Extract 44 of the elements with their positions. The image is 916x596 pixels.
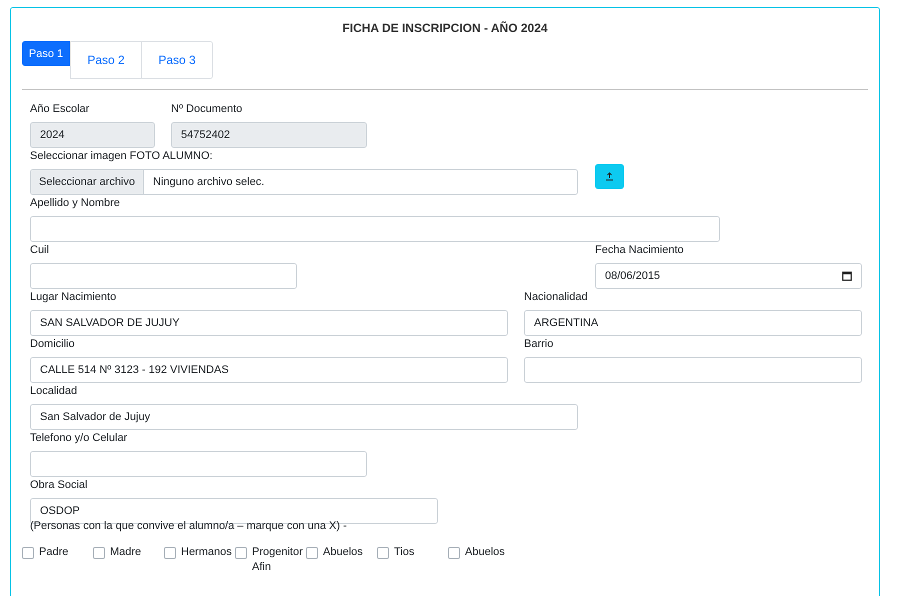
input-field[interactable]: ARGENTINA [524, 310, 862, 336]
field-label: Seleccionar imagen FOTO ALUMNO: [30, 149, 214, 163]
field-label: Telefono y/o Celular [30, 431, 128, 445]
checkbox[interactable] [22, 547, 34, 559]
field-label: Barrio [524, 337, 554, 351]
field-label: Apellido y Nombre [30, 196, 121, 210]
field-label: Año Escolar [30, 102, 90, 116]
checkbox-label: Hermanos [181, 545, 233, 560]
upload-button[interactable] [595, 164, 624, 189]
checkbox[interactable] [235, 547, 247, 559]
input-field[interactable] [30, 451, 367, 477]
checkbox-label: Padre [39, 545, 70, 560]
field-label: Fecha Nacimiento [595, 243, 685, 257]
checkbox-label: Abuelos [323, 545, 364, 560]
checkbox-label: Abuelos [465, 545, 506, 560]
field-label: Localidad [30, 384, 78, 398]
date-field[interactable]: 08/06/2015 [595, 263, 862, 289]
field-label: Lugar Nacimiento [30, 290, 118, 304]
calendar-icon [842, 271, 852, 281]
upload-icon [605, 172, 614, 181]
checkbox[interactable] [93, 547, 105, 559]
field-label: Obra Social [30, 478, 88, 492]
checkbox-label: Madre [110, 545, 142, 560]
checkbox-label: Tios [394, 545, 416, 560]
field-label: Nacionalidad [524, 290, 589, 304]
input-field[interactable]: CALLE 514 Nº 3123 - 192 VIVIENDAS [30, 357, 508, 383]
input-field[interactable]: San Salvador de Jujuy [30, 404, 578, 430]
form-title: FICHA DE INSCRIPCION - AÑO 2024 [341, 20, 549, 37]
file-input[interactable]: Seleccionar archivo Ninguno archivo selec. [30, 169, 578, 195]
checkbox[interactable] [306, 547, 318, 559]
step-tab[interactable]: Paso 3 [142, 41, 213, 79]
input-field[interactable] [30, 263, 297, 289]
step-tab[interactable]: Paso 1 [22, 41, 70, 66]
checkbox[interactable] [448, 547, 460, 559]
input-field[interactable]: SAN SALVADOR DE JUJUY [30, 310, 508, 336]
input-field[interactable] [524, 357, 862, 383]
field-label: Nº Documento [171, 102, 244, 116]
checkbox-label: Progenitor Afin [252, 545, 304, 575]
checkbox[interactable] [164, 547, 176, 559]
step-tab[interactable]: Paso 2 [70, 41, 142, 79]
checkbox[interactable] [377, 547, 389, 559]
field-label: Domicilio [30, 337, 76, 351]
field-label: Cuil [30, 243, 50, 257]
input-field[interactable] [30, 216, 720, 242]
